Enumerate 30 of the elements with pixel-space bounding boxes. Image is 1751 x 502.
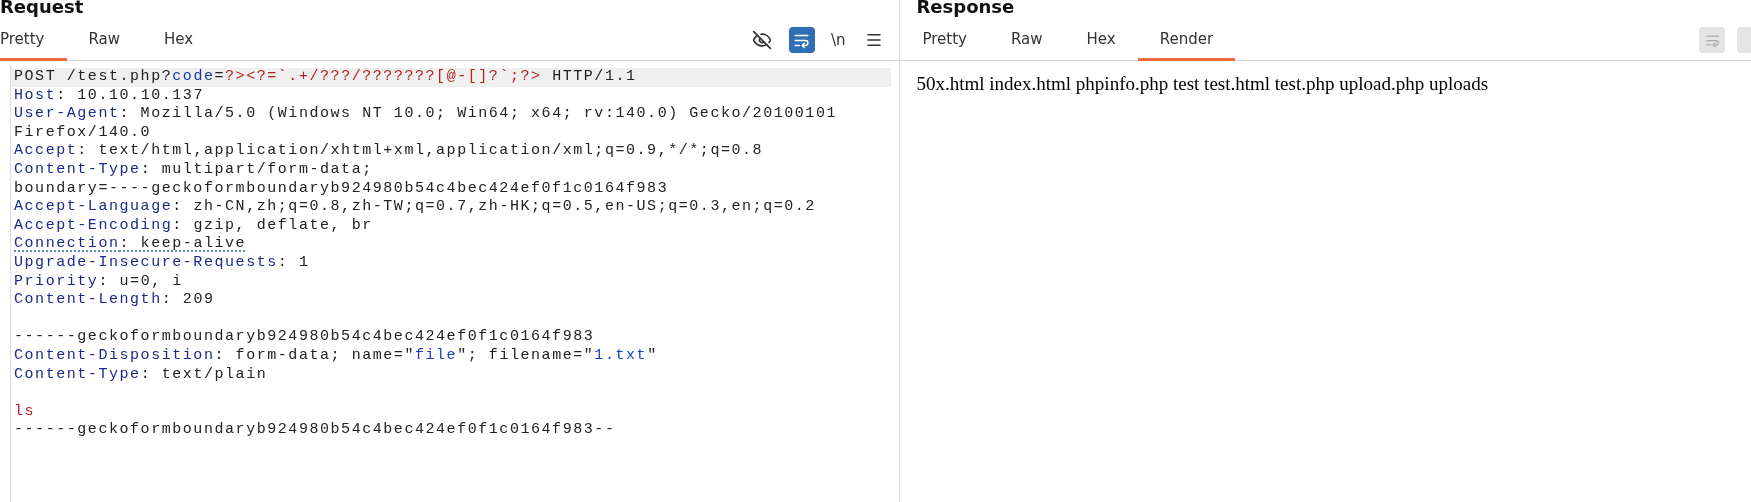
wrap-icon — [1704, 32, 1720, 48]
code-line: Content-Disposition: form-data; name="file"; filename="1.txt" — [13, 346, 659, 366]
code-line: Content-Type: multipart/form-data; — [13, 160, 374, 180]
tab[interactable]: Render — [1137, 20, 1236, 61]
tab[interactable]: Pretty — [900, 20, 989, 61]
code-line: Firefox/140.0 — [13, 123, 153, 143]
code-line: Content-Length: 209 — [13, 291, 216, 310]
code-line: Host: 10.10.10.137 — [13, 86, 205, 106]
code-line: boundary=----geckoformboundaryb924980b54c4bec424ef0f1c0164f983 — [13, 179, 670, 199]
pane-title: Response — [915, 0, 1016, 19]
tab[interactable]: Raw — [989, 20, 1065, 61]
code-line: Accept-Language: zh-CN,zh;q=0.8,zh-TW;q=0.7,zh-HK;q=0.5,en-US;q=0.3,en;q=0.2 — [13, 198, 817, 217]
code-line: Connection: keep-alive — [13, 235, 248, 254]
tab[interactable]: Hex — [1064, 20, 1138, 61]
code-line: Content-Type: text/plain — [13, 365, 269, 385]
code-line: User-Agent: Mozilla/5.0 (Windows NT 10.0; Win64; x64; rv:140.0) Gecko/20100101 — [13, 105, 838, 124]
code-line: Priority: u=0, i — [13, 272, 184, 292]
pane-title: Request — [0, 0, 85, 19]
code-line: ls — [13, 402, 37, 422]
rendered-text: 50x.html index.html phpinfo.php test test.html test.php upload.php uploads — [915, 72, 1490, 95]
code-line: Upgrade-Insecure-Requests: 1 — [13, 253, 311, 273]
wrap-button[interactable] — [788, 27, 815, 53]
tab[interactable]: Hex — [142, 20, 216, 61]
tab[interactable]: Pretty — [0, 20, 67, 61]
code-line: Accept-Encoding: gzip, deflate, br — [13, 216, 374, 236]
newline-button[interactable]: \n — [828, 31, 848, 49]
code-line: ------geckoformboundaryb924980b54c4bec424ef0f1c0164f983-- — [13, 421, 617, 440]
code-line: Accept: text/html,application/xhtml+xml,application/xml;q=0.9,*/*;q=0.8 — [13, 142, 765, 161]
tab[interactable]: Raw — [66, 20, 143, 61]
code-line: ------geckoformboundaryb924980b54c4bec424ef0f1c0164f983 — [13, 328, 596, 347]
